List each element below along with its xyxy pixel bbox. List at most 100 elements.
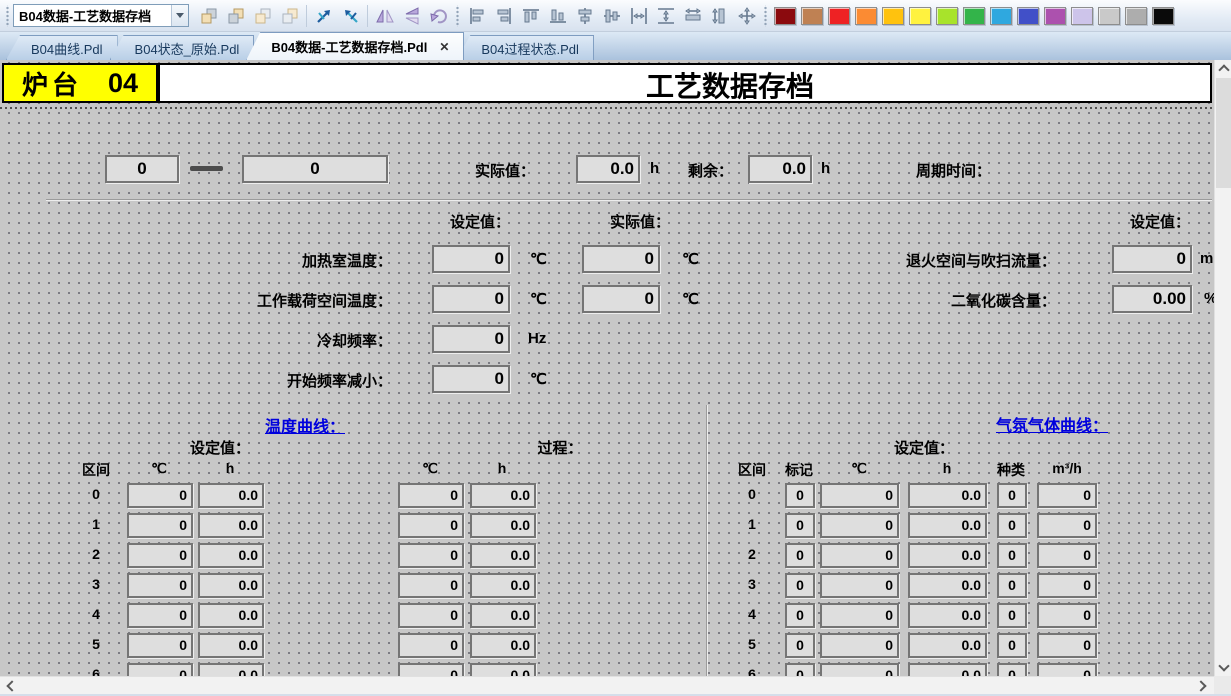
gas-mark-field[interactable]: 0: [785, 573, 815, 598]
screen-selector-combo[interactable]: B04数据-工艺数据存档: [13, 4, 189, 27]
gas-time-field[interactable]: 0.0: [908, 663, 987, 676]
temp-pv-time-field[interactable]: 0.0: [470, 663, 536, 676]
temp-pv-temp-field[interactable]: 0: [398, 543, 464, 568]
gas-mark-field[interactable]: 0: [785, 663, 815, 676]
bring-forward-icon[interactable]: [249, 4, 276, 28]
gas-time-field[interactable]: 0.0: [908, 483, 987, 508]
anneal-purge-field[interactable]: 0: [1112, 245, 1192, 273]
gas-time-field[interactable]: 0.0: [908, 543, 987, 568]
gas-flow-field[interactable]: 0: [1037, 633, 1097, 658]
color-swatch-black[interactable]: [1152, 7, 1174, 25]
color-swatch-yellow[interactable]: [909, 7, 931, 25]
gas-temp-field[interactable]: 0: [820, 513, 899, 538]
send-to-back-icon[interactable]: [222, 4, 249, 28]
temp-pv-temp-field[interactable]: 0: [398, 603, 464, 628]
align-left-icon[interactable]: [463, 4, 490, 28]
space-vertical-icon[interactable]: [652, 4, 679, 28]
gas-temp-field[interactable]: 0: [820, 573, 899, 598]
temp-sp-time-field[interactable]: 0.0: [198, 633, 264, 658]
temp-sp-temp-field[interactable]: 0: [127, 603, 193, 628]
vertical-scrollbar[interactable]: [1214, 60, 1231, 676]
temp-sp-temp-field[interactable]: 0: [127, 663, 193, 676]
segment-to-field[interactable]: 0: [242, 155, 388, 183]
start-freq-field[interactable]: 0: [432, 365, 510, 393]
heating-room-sp-field[interactable]: 0: [432, 245, 510, 273]
gas-time-field[interactable]: 0.0: [908, 603, 987, 628]
color-swatch-tan[interactable]: [801, 7, 823, 25]
temp-sp-temp-field[interactable]: 0: [127, 513, 193, 538]
rotate-90-icon[interactable]: [425, 4, 452, 28]
scroll-down-icon[interactable]: [1215, 659, 1231, 676]
temp-pv-time-field[interactable]: 0.0: [470, 483, 536, 508]
temp-sp-temp-field[interactable]: 0: [127, 573, 193, 598]
gas-kind-field[interactable]: 0: [997, 633, 1027, 658]
color-swatch-gold[interactable]: [882, 7, 904, 25]
temp-pv-time-field[interactable]: 0.0: [470, 633, 536, 658]
tab-b04-data-archive[interactable]: B04数据-工艺数据存档.Pdl ✕: [246, 32, 464, 60]
same-height-icon[interactable]: [706, 4, 733, 28]
tab-close-icon[interactable]: ✕: [439, 40, 449, 54]
color-swatch-green[interactable]: [963, 7, 985, 25]
align-right-icon[interactable]: [490, 4, 517, 28]
tab-b04-status-original[interactable]: B04状态_原始.Pdl: [110, 35, 255, 60]
gas-temp-field[interactable]: 0: [820, 483, 899, 508]
color-swatch-lavender[interactable]: [1071, 7, 1093, 25]
temp-sp-temp-field[interactable]: 0: [127, 483, 193, 508]
rotate-ccw-icon[interactable]: [337, 4, 364, 28]
tab-b04-process-status[interactable]: B04过程状态.Pdl: [456, 35, 594, 60]
gas-flow-field[interactable]: 0: [1037, 483, 1097, 508]
gas-flow-field[interactable]: 0: [1037, 663, 1097, 676]
temp-sp-time-field[interactable]: 0.0: [198, 543, 264, 568]
color-swatch-red[interactable]: [828, 7, 850, 25]
temp-sp-time-field[interactable]: 0.0: [198, 663, 264, 676]
gas-flow-field[interactable]: 0: [1037, 573, 1097, 598]
segment-from-field[interactable]: 0: [105, 155, 179, 183]
work-load-pv-field[interactable]: 0: [582, 285, 660, 313]
color-swatch-lightgray[interactable]: [1098, 7, 1120, 25]
toolbar-grip[interactable]: [5, 5, 10, 27]
temp-sp-time-field[interactable]: 0.0: [198, 603, 264, 628]
temp-pv-temp-field[interactable]: 0: [398, 483, 464, 508]
same-size-icon[interactable]: [733, 4, 760, 28]
gas-time-field[interactable]: 0.0: [908, 633, 987, 658]
gas-flow-field[interactable]: 0: [1037, 513, 1097, 538]
scroll-left-icon[interactable]: [2, 677, 19, 694]
gas-time-field[interactable]: 0.0: [908, 513, 987, 538]
gas-kind-field[interactable]: 0: [997, 513, 1027, 538]
color-swatch-yellowgreen[interactable]: [936, 7, 958, 25]
temp-sp-temp-field[interactable]: 0: [127, 633, 193, 658]
co2-field[interactable]: 0.00: [1112, 285, 1192, 313]
gas-temp-field[interactable]: 0: [820, 603, 899, 628]
gas-mark-field[interactable]: 0: [785, 633, 815, 658]
gas-kind-field[interactable]: 0: [997, 483, 1027, 508]
color-swatch-cyan[interactable]: [990, 7, 1012, 25]
gas-kind-field[interactable]: 0: [997, 663, 1027, 676]
flip-vertical-icon[interactable]: [398, 4, 425, 28]
horizontal-scrollbar[interactable]: [0, 676, 1214, 694]
tab-b04-curve[interactable]: B04曲线.Pdl: [6, 35, 118, 60]
gas-kind-field[interactable]: 0: [997, 573, 1027, 598]
temp-pv-time-field[interactable]: 0.0: [470, 573, 536, 598]
temp-sp-time-field[interactable]: 0.0: [198, 573, 264, 598]
gas-mark-field[interactable]: 0: [785, 483, 815, 508]
color-swatch-purple[interactable]: [1044, 7, 1066, 25]
heating-room-pv-field[interactable]: 0: [582, 245, 660, 273]
work-load-sp-field[interactable]: 0: [432, 285, 510, 313]
temp-sp-temp-field[interactable]: 0: [127, 543, 193, 568]
temp-sp-time-field[interactable]: 0.0: [198, 513, 264, 538]
temp-pv-time-field[interactable]: 0.0: [470, 603, 536, 628]
color-swatch-blue[interactable]: [1017, 7, 1039, 25]
color-swatch-darkred[interactable]: [774, 7, 796, 25]
gas-flow-field[interactable]: 0: [1037, 543, 1097, 568]
gas-temp-field[interactable]: 0: [820, 663, 899, 676]
combo-dropdown-arrow-icon[interactable]: [171, 5, 188, 26]
gas-kind-field[interactable]: 0: [997, 603, 1027, 628]
temp-pv-temp-field[interactable]: 0: [398, 663, 464, 676]
gas-temp-field[interactable]: 0: [820, 633, 899, 658]
color-swatch-orange[interactable]: [855, 7, 877, 25]
temp-pv-temp-field[interactable]: 0: [398, 513, 464, 538]
send-backward-icon[interactable]: [276, 4, 303, 28]
gas-mark-field[interactable]: 0: [785, 543, 815, 568]
scroll-up-icon[interactable]: [1215, 60, 1231, 77]
temp-sp-time-field[interactable]: 0.0: [198, 483, 264, 508]
